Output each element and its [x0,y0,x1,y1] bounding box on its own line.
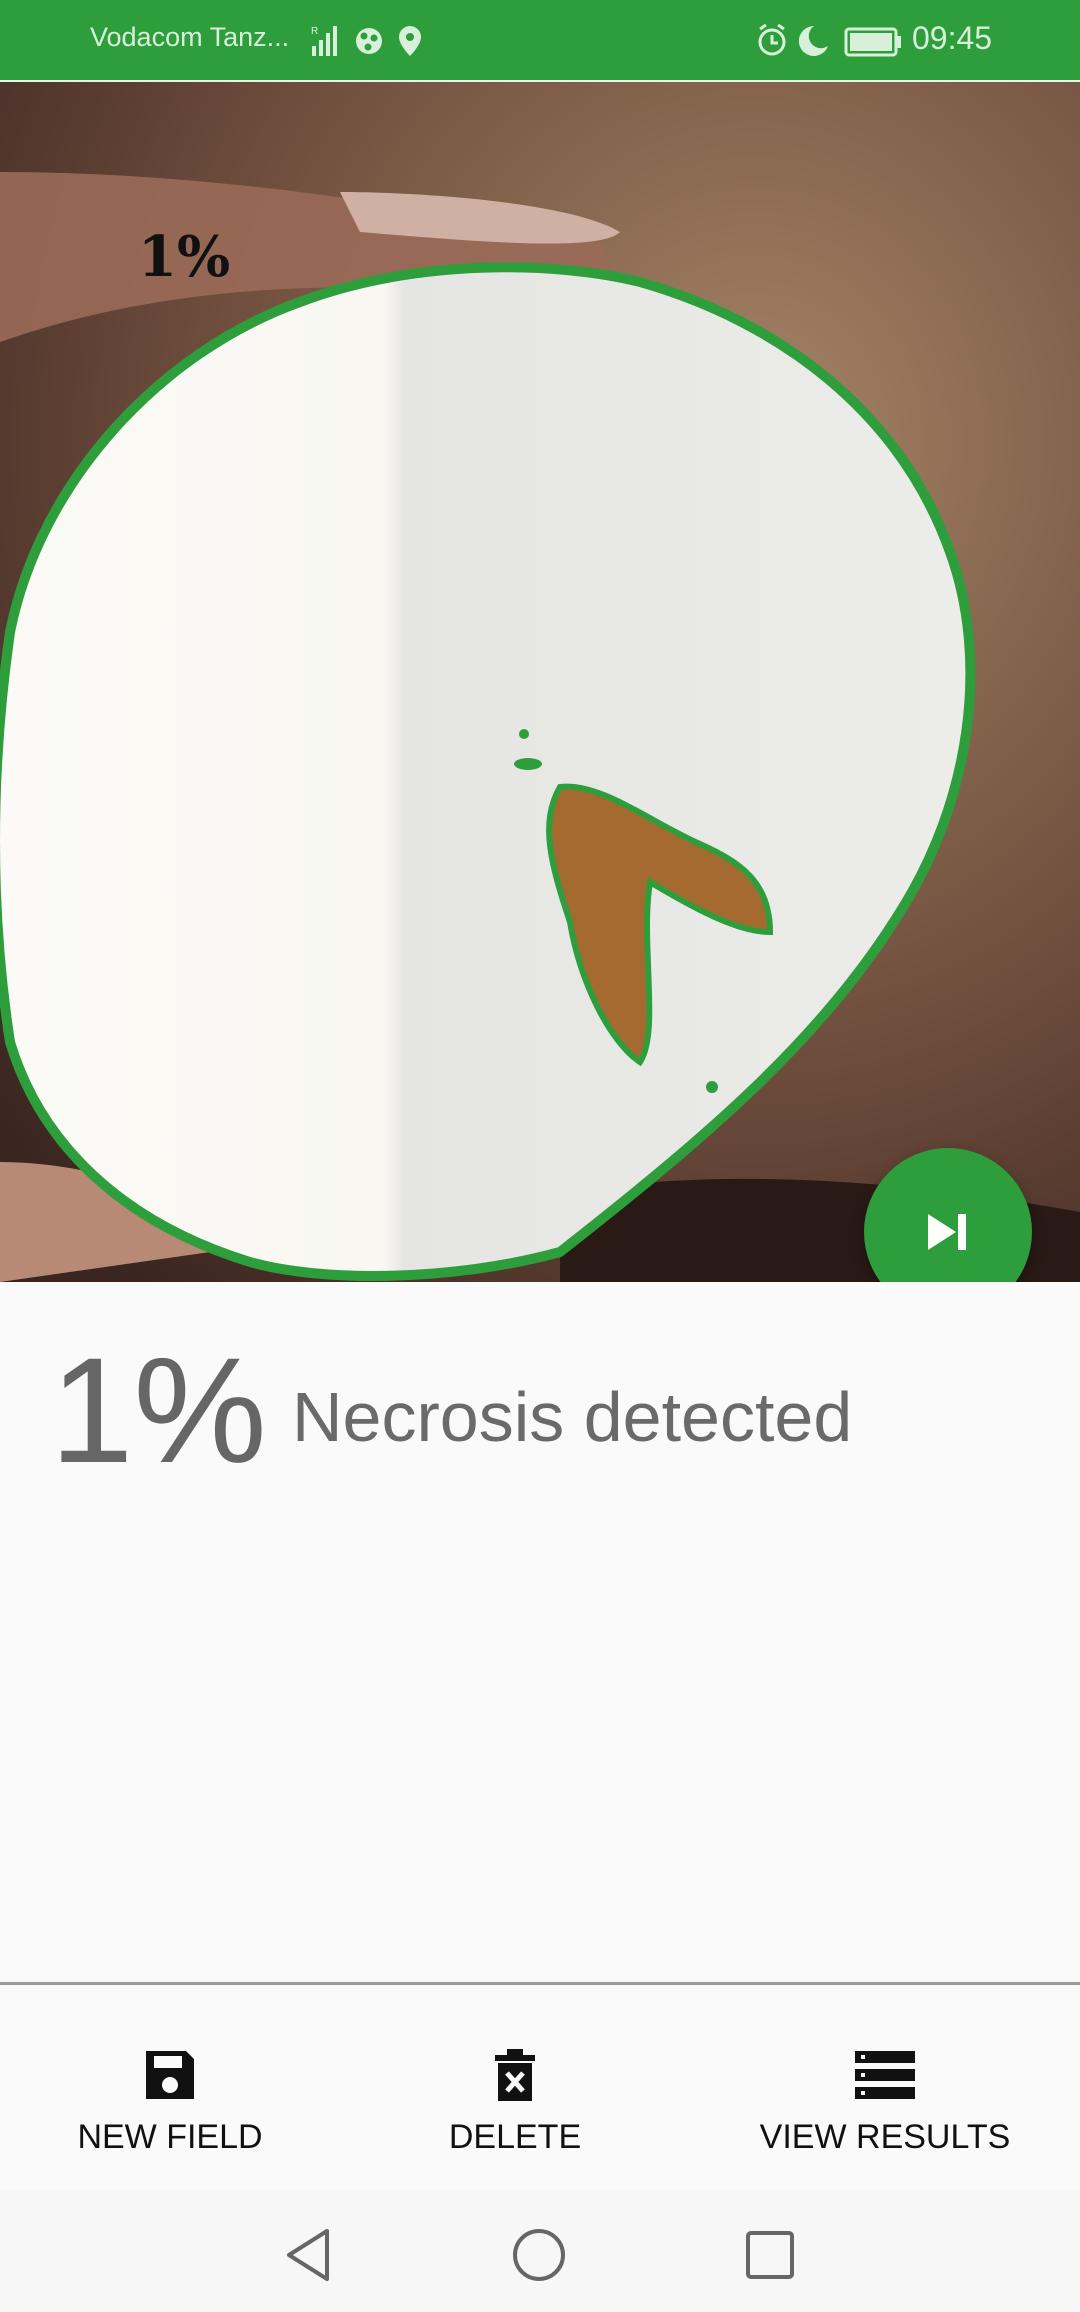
status-icons-left: R [310,20,425,65]
signal-icon: R [311,26,337,56]
view-results-button[interactable]: VIEW RESULTS [740,1985,1030,2189]
status-bar: Vodacom Tanz... R 09:45 [0,0,1080,82]
necrosis-label: Necrosis detected [292,1378,853,1456]
clock: 09:45 [912,20,993,56]
alarm-icon [758,23,786,56]
list-icon [855,2051,915,2099]
system-navigation-bar [0,2189,1080,2312]
bottom-action-bar: NEW FIELD DELETE VIEW RESULTS [0,1985,1080,2189]
delete-label: DELETE [448,2118,582,2156]
analysis-photo: 1% [0,82,1080,1282]
battery-icon [844,27,901,57]
svg-text:R: R [311,26,318,37]
result-panel: 1% Necrosis detected [0,1282,1080,1982]
new-field-button[interactable]: NEW FIELD [70,1985,270,2189]
delete-button[interactable]: DELETE [415,1985,615,2189]
new-field-label: NEW FIELD [77,2118,263,2156]
necrosis-percent: 1% [50,1326,267,1494]
skip-next-icon [928,1214,966,1250]
moon-icon [798,25,828,56]
carrier-name: Vodacom Tanz... [90,22,290,52]
location-icon [399,26,421,56]
view-results-label: VIEW RESULTS [759,2118,1011,2156]
home-icon[interactable] [511,2227,567,2283]
save-icon [146,2051,194,2099]
delete-icon [495,2049,535,2101]
back-icon[interactable] [283,2227,333,2283]
overlay-percent: 1% [138,224,231,290]
status-icons-right [752,20,902,65]
data-icon [356,28,382,54]
recents-icon[interactable] [744,2229,796,2281]
